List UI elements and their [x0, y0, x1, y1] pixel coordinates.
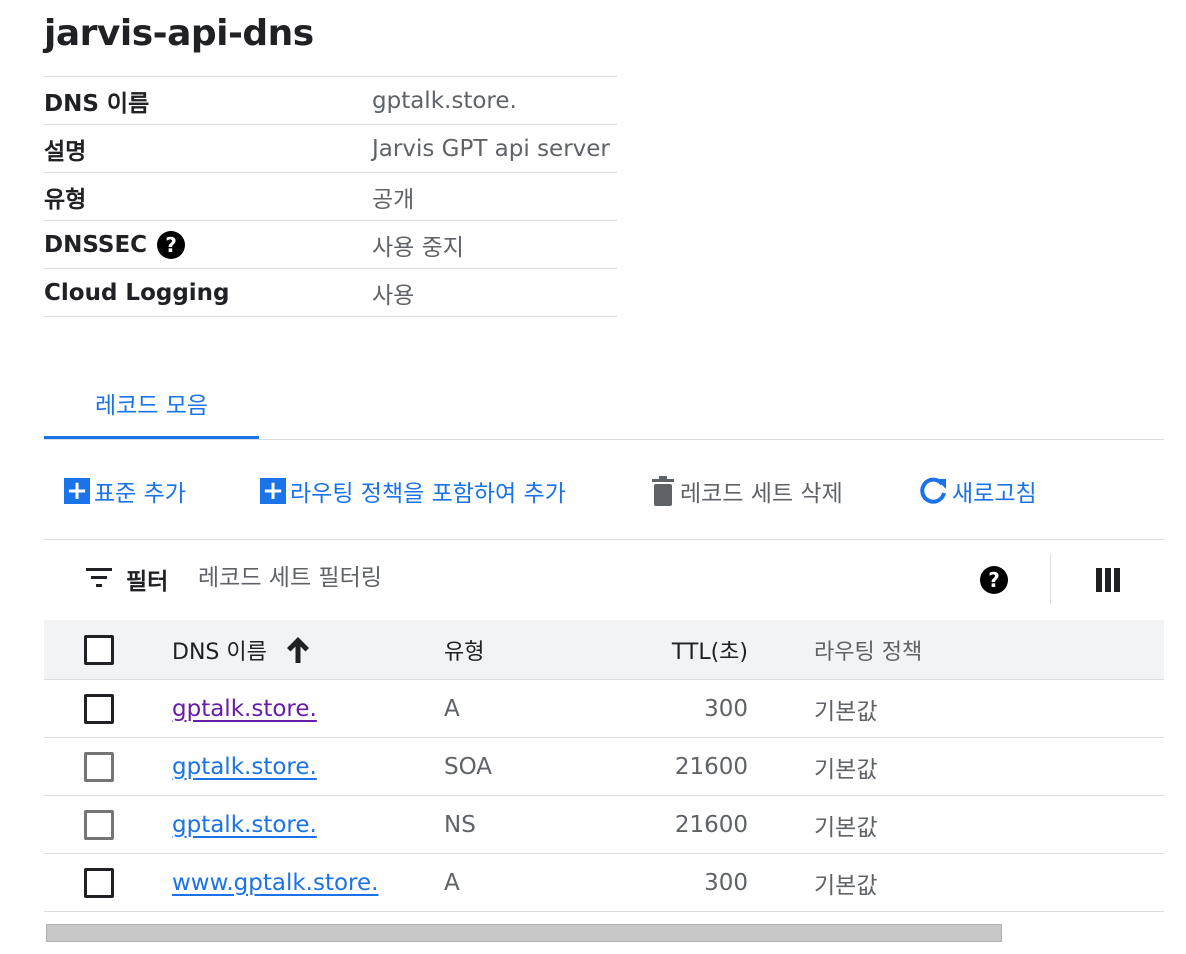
detail-label-text: Cloud Logging	[44, 279, 230, 306]
detail-label: Cloud Logging	[44, 280, 372, 306]
toolbar-divider	[1050, 554, 1051, 604]
refresh-button[interactable]: 새로고침	[918, 474, 1037, 508]
table-row: www.gptalk.store. A 300 기본값	[44, 854, 1164, 912]
column-header-type[interactable]: 유형	[444, 634, 604, 666]
delete-record-set-label: 레코드 세트 삭제	[680, 481, 843, 507]
record-sets-table: DNS 이름 유형 TTL(초) 라우팅 정책 gptalk.store. A …	[44, 620, 1164, 912]
type-cell: A	[444, 695, 460, 722]
detail-label: DNS 이름	[44, 84, 372, 118]
record-toolbar: + 표준 추가 + 라우팅 정책을 포함하여 추가 레코드 세트 삭제 새로고침	[44, 460, 1164, 540]
detail-value: Jarvis GPT api server	[372, 135, 610, 162]
trash-icon	[650, 476, 676, 506]
routing-policy-cell: 기본값	[814, 698, 878, 725]
row-checkbox-cell	[44, 809, 172, 840]
dns-name-link[interactable]: gptalk.store.	[172, 754, 317, 780]
add-standard-label: 표준 추가	[94, 481, 186, 507]
column-header-routing-policy[interactable]: 라우팅 정책	[748, 634, 922, 666]
table-row: gptalk.store. NS 21600 기본값	[44, 796, 1164, 854]
add-with-routing-label: 라우팅 정책을 포함하여 추가	[290, 481, 566, 507]
dns-name-cell: gptalk.store.	[172, 754, 444, 780]
row-checkbox-cell	[44, 693, 172, 724]
refresh-icon	[918, 476, 948, 506]
dns-name-cell: gptalk.store.	[172, 812, 444, 838]
ttl-cell: 300	[704, 869, 748, 896]
detail-value: 사용 중지	[372, 234, 464, 261]
add-standard-button[interactable]: + 표준 추가	[64, 474, 186, 508]
add-with-routing-button[interactable]: + 라우팅 정책을 포함하여 추가	[260, 474, 566, 508]
row-checkbox[interactable]	[84, 693, 114, 724]
question-circle-icon[interactable]: ?	[980, 566, 1008, 594]
detail-row-description: 설명 Jarvis GPT api server	[44, 125, 617, 173]
type-cell: NS	[444, 811, 476, 838]
table-row: gptalk.store. A 300 기본값	[44, 680, 1164, 738]
row-checkbox[interactable]	[84, 867, 114, 898]
header-checkbox-cell	[44, 634, 172, 665]
detail-label: 유형	[44, 180, 372, 214]
arrow-up-icon[interactable]	[285, 636, 311, 664]
dns-name-link[interactable]: gptalk.store.	[172, 696, 317, 722]
table-header: DNS 이름 유형 TTL(초) 라우팅 정책	[44, 620, 1164, 680]
filter-label: 필터	[126, 569, 169, 595]
plus-box-icon: +	[260, 478, 286, 504]
delete-record-set-button[interactable]: 레코드 세트 삭제	[650, 474, 843, 508]
page-title: jarvis-api-dns	[44, 13, 314, 54]
detail-label: 설명	[44, 132, 372, 166]
type-cell: SOA	[444, 753, 493, 780]
dns-name-cell: www.gptalk.store.	[172, 870, 444, 896]
row-checkbox[interactable]	[84, 809, 114, 840]
ttl-cell: 300	[704, 695, 748, 722]
tab-bar: 레코드 모음	[44, 370, 1164, 440]
routing-policy-cell: 기본값	[814, 756, 878, 783]
detail-row-type: 유형 공개	[44, 173, 617, 221]
detail-value: 공개	[372, 186, 415, 213]
detail-row-dnssec: DNSSEC ? 사용 중지	[44, 221, 617, 269]
refresh-label: 새로고침	[952, 481, 1037, 507]
row-checkbox-cell	[44, 751, 172, 782]
detail-label-text: DNS 이름	[44, 90, 150, 117]
ttl-cell: 21600	[674, 811, 748, 838]
type-cell: A	[444, 869, 460, 896]
table-row: gptalk.store. SOA 21600 기본값	[44, 738, 1164, 796]
detail-label-text: 유형	[44, 186, 87, 213]
dns-name-link[interactable]: www.gptalk.store.	[172, 870, 378, 896]
select-all-checkbox[interactable]	[84, 634, 114, 665]
column-display-icon[interactable]	[1096, 568, 1120, 596]
question-circle-icon[interactable]: ?	[157, 230, 186, 259]
filter-input[interactable]	[198, 560, 798, 596]
column-header-dns-name[interactable]: DNS 이름	[172, 634, 444, 666]
detail-label-text: DNSSEC	[44, 231, 148, 258]
routing-policy-cell: 기본값	[814, 814, 878, 841]
tab-record-sets[interactable]: 레코드 모음	[44, 370, 259, 439]
dns-name-link[interactable]: gptalk.store.	[172, 812, 317, 838]
ttl-cell: 21600	[674, 753, 748, 780]
plus-box-icon: +	[64, 478, 90, 504]
detail-label-text: 설명	[44, 138, 87, 165]
row-checkbox-cell	[44, 867, 172, 898]
filter-bar: 필터 ?	[44, 540, 1164, 620]
detail-label: DNSSEC ?	[44, 230, 372, 259]
detail-value: gptalk.store.	[372, 87, 517, 114]
detail-value: 사용	[372, 282, 415, 309]
routing-policy-cell: 기본값	[814, 872, 878, 899]
dns-name-cell: gptalk.store.	[172, 696, 444, 722]
horizontal-scrollbar[interactable]	[46, 924, 1002, 942]
zone-details: DNS 이름 gptalk.store. 설명 Jarvis GPT api s…	[44, 76, 617, 317]
column-header-label: DNS 이름	[172, 639, 267, 665]
filter-lines-icon[interactable]	[86, 566, 112, 592]
detail-row-dns-name: DNS 이름 gptalk.store.	[44, 77, 617, 125]
row-checkbox[interactable]	[84, 751, 114, 782]
column-header-ttl[interactable]: TTL(초)	[604, 634, 748, 666]
detail-row-cloud-logging: Cloud Logging 사용	[44, 269, 617, 317]
